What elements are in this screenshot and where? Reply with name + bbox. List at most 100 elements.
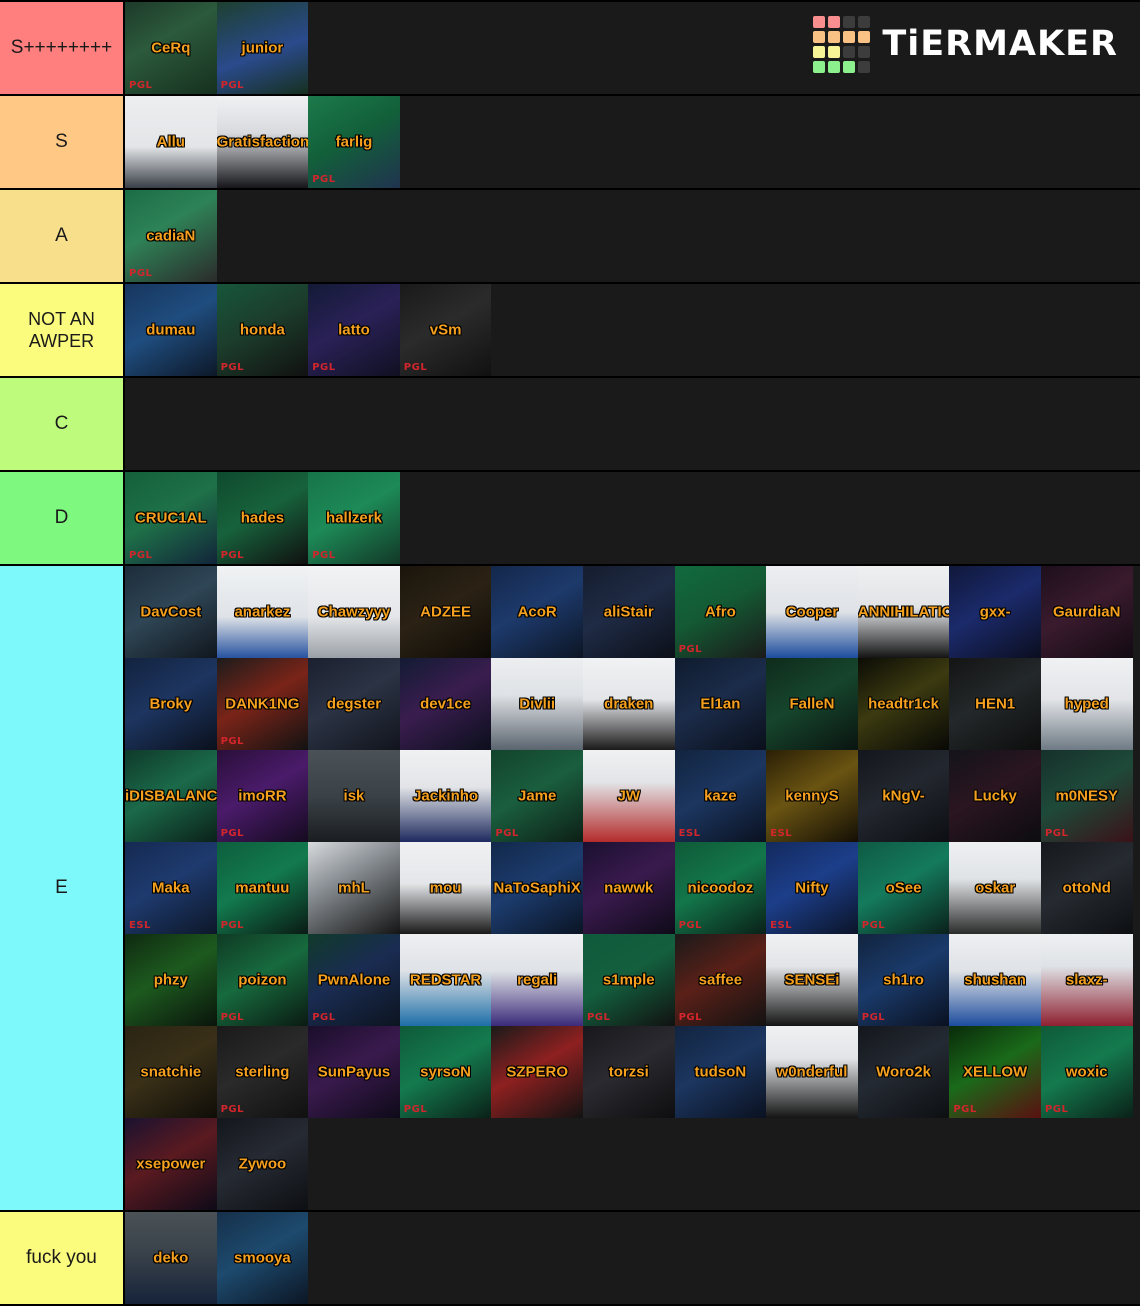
tier-item[interactable]: PGL woxic [1040,1026,1133,1118]
tiermaker-logo[interactable]: TiERMAKER [813,16,1118,73]
tier-item[interactable]: PGL Afro [674,566,767,658]
tier-item[interactable]: PGL farlig [308,96,400,188]
tier-item[interactable]: gxx- [949,566,1041,658]
tier-item[interactable]: DavCost [125,566,217,658]
tier-item[interactable]: PGL poizon [216,934,309,1026]
tier-item[interactable]: PGL m0NESY [1040,750,1133,842]
tier-item[interactable]: oskar [949,842,1041,934]
tier-item[interactable]: degster [308,658,400,750]
tier-item[interactable]: Woro2k [857,1026,950,1118]
tier-item[interactable]: PGL mantuu [216,842,309,934]
tier-item[interactable]: deko [125,1212,217,1304]
tier-item[interactable]: ADZEE [399,566,492,658]
tier-label[interactable]: A [0,190,125,282]
tier-label[interactable]: D [0,472,125,564]
tier-item[interactable]: ESL kaze [674,750,767,842]
tier-label[interactable]: S++++++++ [0,2,125,94]
tier-item[interactable]: ottoNd [1040,842,1133,934]
tier-item[interactable]: w0nderful [766,1026,858,1118]
tier-item[interactable]: Lucky [949,750,1041,842]
tier-label[interactable]: NOT AN AWPER [0,284,125,376]
tier-item[interactable]: SunPayus [308,1026,400,1118]
tier-item[interactable]: Gratisfaction [216,96,309,188]
tier-items-container[interactable]: Allu Gratisfaction PGL farlig [125,96,1140,188]
tier-item[interactable]: PGL CRUC1AL [125,472,217,564]
tier-item[interactable]: ESL kennyS [766,750,858,842]
tier-item[interactable]: Cooper [766,566,858,658]
tier-item[interactable]: REDSTAR [399,934,492,1026]
tier-item[interactable]: PGL honda [216,284,309,376]
tier-items-container[interactable] [125,378,1140,470]
tier-label[interactable]: S [0,96,125,188]
logo-square-3 [858,16,871,28]
tier-item[interactable]: ANNIHILATION [857,566,950,658]
tier-item[interactable]: snatchie [125,1026,217,1118]
tier-item[interactable]: AcoR [491,566,583,658]
tier-item[interactable]: PGL sh1ro [857,934,950,1026]
tier-item[interactable]: iDISBALANCE [125,750,217,842]
tier-item[interactable]: nawwk [582,842,675,934]
tier-item[interactable]: PGL vSm [399,284,492,376]
tier-item[interactable]: PGL latto [308,284,400,376]
tier-item[interactable]: aliStair [582,566,675,658]
tier-item[interactable]: anarkez [216,566,309,658]
tier-item[interactable]: SZPERO [491,1026,583,1118]
tier-item[interactable]: mhL [308,842,400,934]
tier-item[interactable]: JW [582,750,675,842]
tier-items-container[interactable]: PGL cadiaN [125,190,1140,282]
tier-item[interactable]: PGL junior [216,2,309,94]
tier-item[interactable]: ESL Nifty [766,842,858,934]
tier-item[interactable]: mou [399,842,492,934]
tier-item[interactable]: Jackinho [399,750,492,842]
tier-item[interactable]: Zywoo [216,1118,309,1210]
tier-item[interactable]: hyped [1040,658,1133,750]
tier-item[interactable]: Chawzyyy [308,566,400,658]
tier-label[interactable]: fuck you [0,1212,125,1304]
tier-item[interactable]: torzsi [582,1026,675,1118]
tier-item[interactable]: PGL hades [216,472,309,564]
tier-item[interactable]: SENSEi [766,934,858,1026]
tier-item[interactable]: PGL oSee [857,842,950,934]
tier-item[interactable]: ESL Maka [125,842,217,934]
tier-item[interactable]: PGL CeRq [125,2,217,94]
tier-item[interactable]: Divlii [491,658,583,750]
tier-label[interactable]: C [0,378,125,470]
tier-item[interactable]: tudsoN [674,1026,767,1118]
tier-item[interactable]: shushan [949,934,1041,1026]
tier-item[interactable]: Broky [125,658,217,750]
tier-item[interactable]: PGL sterling [216,1026,309,1118]
tier-item[interactable]: PGL imoRR [216,750,309,842]
tier-items-container[interactable]: deko smooya [125,1212,1140,1304]
tier-item[interactable]: headtr1ck [857,658,950,750]
tier-item[interactable]: PGL syrsoN [399,1026,492,1118]
tier-item[interactable]: GaurdiaN [1040,566,1133,658]
tier-item[interactable]: smooya [216,1212,309,1304]
tier-item[interactable]: PGL saffee [674,934,767,1026]
tier-item[interactable]: El1an [674,658,767,750]
tier-item[interactable]: xsepower [125,1118,217,1210]
tier-label[interactable]: E [0,566,125,1210]
tier-item[interactable]: PGL cadiaN [125,190,217,282]
tier-item[interactable]: phzy [125,934,217,1026]
tier-item[interactable]: HEN1 [949,658,1041,750]
tier-item[interactable]: PGL s1mple [582,934,675,1026]
tier-item[interactable]: PGL hallzerk [308,472,400,564]
tier-item[interactable]: FalleN [766,658,858,750]
tier-item[interactable]: NaToSaphiX [491,842,583,934]
tier-item[interactable]: isk [308,750,400,842]
tier-items-container[interactable]: PGL CRUC1AL PGL hades PGL hallzerk [125,472,1140,564]
tier-item[interactable]: PGL XELLOW [949,1026,1041,1118]
tier-item[interactable]: PGL nicoodoz [674,842,767,934]
tier-item[interactable]: draken [582,658,675,750]
tier-item[interactable]: PGL Jame [491,750,583,842]
tier-items-container[interactable]: DavCost anarkez Chawzyyy ADZEE AcoR aliStair P… [125,566,1140,1210]
tier-item[interactable]: dumau [125,284,217,376]
tier-items-container[interactable]: dumau PGL honda PGL latto PGL vSm [125,284,1140,376]
tier-item[interactable]: Allu [125,96,217,188]
tier-item[interactable]: regali [491,934,583,1026]
tier-item[interactable]: dev1ce [399,658,492,750]
tier-item[interactable]: kNgV- [857,750,950,842]
tier-item[interactable]: PGL PwnAlone [308,934,400,1026]
tier-item[interactable]: slaxz- [1040,934,1133,1026]
tier-item[interactable]: PGL DANK1NG [216,658,309,750]
